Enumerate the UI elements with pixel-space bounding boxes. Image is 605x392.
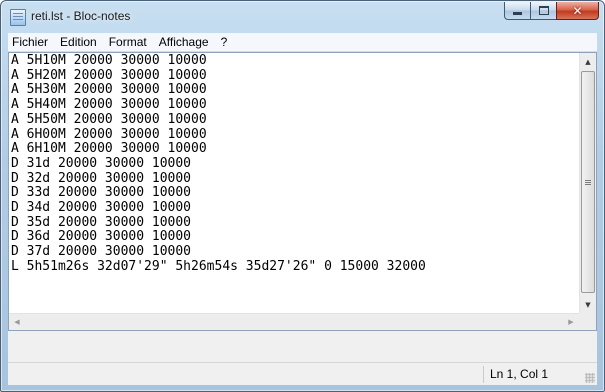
text-line: D 32d 20000 30000 10000 xyxy=(11,170,192,186)
menu-bar: Fichier Edition Format Affichage ? xyxy=(8,33,597,52)
scrollbar-corner xyxy=(579,313,596,330)
vertical-scroll-thumb[interactable] xyxy=(581,71,595,293)
window-title: reti.lst - Bloc-notes xyxy=(31,9,131,23)
title-bar[interactable]: reti.lst - Bloc-notes ✕ xyxy=(1,1,604,33)
close-button[interactable]: ✕ xyxy=(556,2,599,20)
arrow-down-icon: ▼ xyxy=(585,300,591,309)
cursor-position: Ln 1, Col 1 xyxy=(490,367,549,381)
text-line: A 5H20M 20000 30000 10000 xyxy=(11,67,207,83)
menu-edition[interactable]: Edition xyxy=(54,33,103,51)
document-text[interactable]: A 5H10M 20000 30000 10000 A 5H20M 20000 3… xyxy=(11,54,577,313)
maximize-button[interactable] xyxy=(530,2,556,20)
text-line: D 34d 20000 30000 10000 xyxy=(11,200,192,216)
notepad-window: reti.lst - Bloc-notes ✕ Fichier Edition … xyxy=(0,0,605,392)
editor-area[interactable]: A 5H10M 20000 30000 10000 A 5H20M 20000 3… xyxy=(8,52,597,331)
menu-help[interactable]: ? xyxy=(215,33,234,51)
scroll-up-button[interactable]: ▲ xyxy=(580,53,596,70)
minimize-icon xyxy=(513,12,522,15)
text-line: A 5H30M 20000 30000 10000 xyxy=(11,82,207,98)
scroll-left-button[interactable]: ◀ xyxy=(9,314,25,330)
text-line: D 31d 20000 30000 10000 xyxy=(11,155,192,171)
text-line: A 5H50M 20000 30000 10000 xyxy=(11,111,207,127)
status-separator xyxy=(483,366,484,383)
window-frame-spacer xyxy=(8,331,597,362)
text-line: A 6H00M 20000 30000 10000 xyxy=(11,126,207,142)
maximize-icon xyxy=(538,6,549,15)
arrow-right-icon: ▶ xyxy=(568,318,574,326)
menu-fichier[interactable]: Fichier xyxy=(8,33,54,51)
grip-icon xyxy=(585,181,591,183)
menu-format[interactable]: Format xyxy=(103,33,153,51)
text-line: A 5H10M 20000 30000 10000 xyxy=(11,54,207,68)
vertical-scrollbar[interactable]: ▲ ▼ xyxy=(579,53,596,313)
text-line: D 36d 20000 30000 10000 xyxy=(11,229,192,245)
text-line: A 5H40M 20000 30000 10000 xyxy=(11,97,207,113)
text-line: D 33d 20000 30000 10000 xyxy=(11,185,192,201)
menu-affichage[interactable]: Affichage xyxy=(153,33,215,51)
text-line: A 6H10M 20000 30000 10000 xyxy=(11,141,207,157)
close-icon: ✕ xyxy=(572,3,583,18)
minimize-button[interactable] xyxy=(504,2,530,20)
scroll-right-button[interactable]: ▶ xyxy=(563,314,579,330)
arrow-up-icon: ▲ xyxy=(585,57,591,66)
scroll-down-button[interactable]: ▼ xyxy=(580,296,596,313)
horizontal-scrollbar[interactable]: ◀ ▶ xyxy=(9,313,579,330)
resize-grip-icon[interactable] xyxy=(585,373,595,383)
status-bar: Ln 1, Col 1 xyxy=(8,362,597,385)
text-line: D 35d 20000 30000 10000 xyxy=(11,214,192,230)
notepad-app-icon[interactable] xyxy=(10,9,26,26)
caption-buttons: ✕ xyxy=(504,2,599,21)
arrow-left-icon: ◀ xyxy=(14,318,20,326)
text-line: D 37d 20000 30000 10000 xyxy=(11,244,192,260)
text-line: L 5h51m26s 32d07'29" 5h26m54s 35d27'26" … xyxy=(11,258,426,274)
